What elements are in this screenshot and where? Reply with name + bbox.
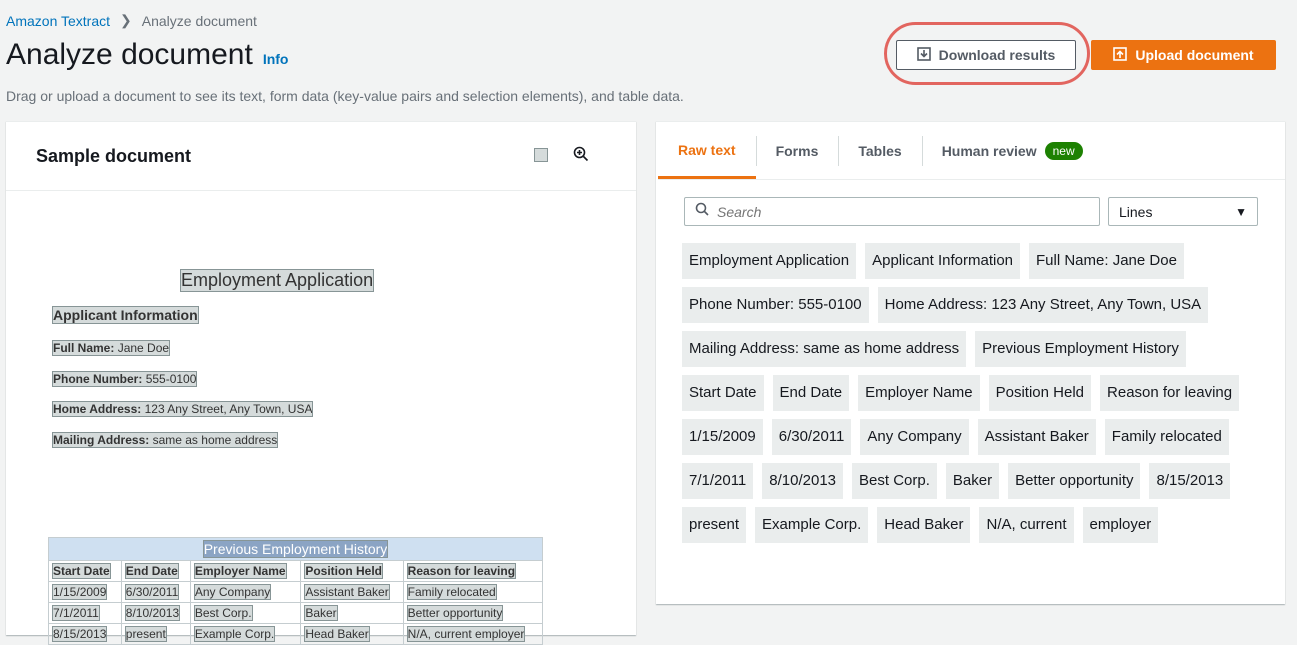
raw-text-line-chip[interactable]: 7/1/2011 xyxy=(682,463,754,499)
table-header-row: Start Date End Date Employer Name Positi… xyxy=(48,560,544,582)
raw-text-line-chip[interactable]: Full Name: Jane Doe xyxy=(1029,243,1184,279)
raw-text-line-chip[interactable]: Best Corp. xyxy=(852,463,937,499)
breadcrumb: Amazon Textract ❯ Analyze document xyxy=(6,12,257,29)
caret-down-icon: ▼ xyxy=(1235,204,1247,219)
raw-text-line-chip[interactable]: Any Company xyxy=(860,419,969,455)
download-icon xyxy=(916,46,931,64)
raw-text-line-chip[interactable]: Home Address: 123 Any Street, Any Town, … xyxy=(877,287,1209,323)
info-link[interactable]: Info xyxy=(263,51,289,67)
table-row: 7/1/2011 8/10/2013 Best Corp. Baker Bett… xyxy=(48,602,544,624)
doc-field: Home Address: 123 Any Street, Any Town, … xyxy=(51,401,314,417)
upload-document-label: Upload document xyxy=(1135,47,1254,63)
chevron-right-icon: ❯ xyxy=(120,12,132,28)
upload-icon xyxy=(1113,46,1128,64)
results-panel: Raw text Forms Tables Human review new L… xyxy=(656,121,1285,604)
new-badge: new xyxy=(1044,142,1083,160)
raw-text-line-chip[interactable]: Family relocated xyxy=(1104,419,1229,455)
sample-document-header: Sample document xyxy=(6,122,636,191)
bounding-box-toggle-icon[interactable] xyxy=(534,148,548,162)
raw-text-line-chip[interactable]: employer xyxy=(1082,507,1159,543)
raw-text-line-chip[interactable]: 6/30/2011 xyxy=(771,419,852,455)
raw-text-line-chip[interactable]: present xyxy=(682,507,747,543)
search-icon xyxy=(695,202,709,221)
raw-text-line-chip[interactable]: Head Baker xyxy=(877,507,971,543)
search-input[interactable] xyxy=(715,202,1079,221)
raw-text-line-chip[interactable]: Previous Employment History xyxy=(975,331,1186,367)
doc-title: Employment Application xyxy=(179,269,375,292)
raw-text-line-chip[interactable]: Mailing Address: same as home address xyxy=(682,331,967,367)
table-cell: N/A, current employer xyxy=(406,626,526,642)
table-row: 8/15/2013 present Example Corp. Head Bak… xyxy=(48,623,544,645)
raw-text-line-chip[interactable]: N/A, current xyxy=(979,507,1074,543)
table-cell: Assistant Baker xyxy=(304,584,390,600)
table-cell: Example Corp. xyxy=(193,626,276,642)
tab-raw-text[interactable]: Raw text xyxy=(658,123,756,179)
document-preview: Employment Application Applicant Informa… xyxy=(6,192,636,645)
table-cell: present xyxy=(124,626,167,642)
table-cell: Family relocated xyxy=(406,584,497,600)
raw-text-lines: Employment Application Applicant Informat… xyxy=(682,243,1272,551)
raw-text-line-chip[interactable]: 8/15/2013 xyxy=(1149,463,1231,499)
raw-text-line-chip[interactable]: Reason for leaving xyxy=(1100,375,1240,411)
search-field[interactable] xyxy=(684,197,1100,226)
zoom-in-icon[interactable] xyxy=(573,146,589,167)
page-subtitle: Drag or upload a document to see its tex… xyxy=(6,88,684,104)
doc-field: Full Name: Jane Doe xyxy=(51,340,171,356)
table-header-cell: End Date xyxy=(124,563,179,579)
table-header-cell: Employer Name xyxy=(193,563,287,579)
raw-text-line-chip[interactable]: Example Corp. xyxy=(755,507,869,543)
download-results-button[interactable]: Download results xyxy=(896,40,1076,70)
tab-tables[interactable]: Tables xyxy=(838,123,921,179)
raw-text-line-chip[interactable]: Phone Number: 555-0100 xyxy=(682,287,869,323)
raw-text-line-chip[interactable]: 8/10/2013 xyxy=(762,463,844,499)
raw-text-line-chip[interactable]: Employment Application xyxy=(682,243,857,279)
doc-section-heading: Applicant Information xyxy=(52,306,199,324)
table-cell: Best Corp. xyxy=(193,605,253,621)
granularity-select-value: Lines xyxy=(1119,203,1153,220)
raw-text-line-chip[interactable]: Start Date xyxy=(682,375,764,411)
page-title-row: Analyze document Info xyxy=(6,38,288,72)
table-cell: 8/15/2013 xyxy=(51,626,108,642)
download-results-label: Download results xyxy=(938,47,1056,63)
tab-human-review[interactable]: Human review new xyxy=(921,123,1103,179)
table-cell: Baker xyxy=(304,605,338,621)
doc-field: Mailing Address: same as home address xyxy=(51,432,279,448)
table-header-cell: Start Date xyxy=(52,563,111,579)
table-cell: 7/1/2011 xyxy=(52,605,100,621)
granularity-select[interactable]: Lines ▼ xyxy=(1108,197,1258,226)
upload-document-button[interactable]: Upload document xyxy=(1091,40,1276,70)
doc-employment-table: Previous Employment History Start Date E… xyxy=(48,537,544,645)
table-header-cell: Position Held xyxy=(304,563,383,579)
raw-text-line-chip[interactable]: Better opportunity xyxy=(1008,463,1141,499)
raw-text-line-chip[interactable]: Baker xyxy=(945,463,1000,499)
sample-document-panel: Sample document Employment Application A… xyxy=(6,121,636,645)
tab-human-review-label: Human review xyxy=(941,143,1037,159)
sample-document-heading: Sample document xyxy=(36,145,192,166)
raw-text-line-chip[interactable]: Position Held xyxy=(988,375,1092,411)
raw-text-line-chip[interactable]: End Date xyxy=(772,375,850,411)
table-cell: 6/30/2011 xyxy=(124,584,180,600)
table-cell: Better opportunity xyxy=(406,605,504,621)
breadcrumb-link-textract[interactable]: Amazon Textract xyxy=(6,13,110,29)
raw-text-line-chip[interactable]: Assistant Baker xyxy=(977,419,1096,455)
tab-forms[interactable]: Forms xyxy=(755,123,839,179)
table-cell: 1/15/2009 xyxy=(51,584,108,600)
raw-text-line-chip[interactable]: Employer Name xyxy=(858,375,980,411)
doc-table-caption: Previous Employment History xyxy=(202,540,389,558)
doc-field: Phone Number: 555-0100 xyxy=(51,371,198,387)
table-header-cell: Reason for leaving xyxy=(406,563,517,579)
raw-text-line-chip[interactable]: Applicant Information xyxy=(865,243,1021,279)
table-row: 1/15/2009 6/30/2011 Any Company Assistan… xyxy=(48,581,544,603)
results-tabs: Raw text Forms Tables Human review new xyxy=(658,122,1285,180)
table-cell: Any Company xyxy=(193,584,272,600)
table-cell: 8/10/2013 xyxy=(124,605,181,621)
breadcrumb-current: Analyze document xyxy=(141,12,257,29)
page-title: Analyze document xyxy=(6,38,253,71)
raw-text-line-chip[interactable]: 1/15/2009 xyxy=(682,419,763,455)
table-cell: Head Baker xyxy=(304,626,370,642)
